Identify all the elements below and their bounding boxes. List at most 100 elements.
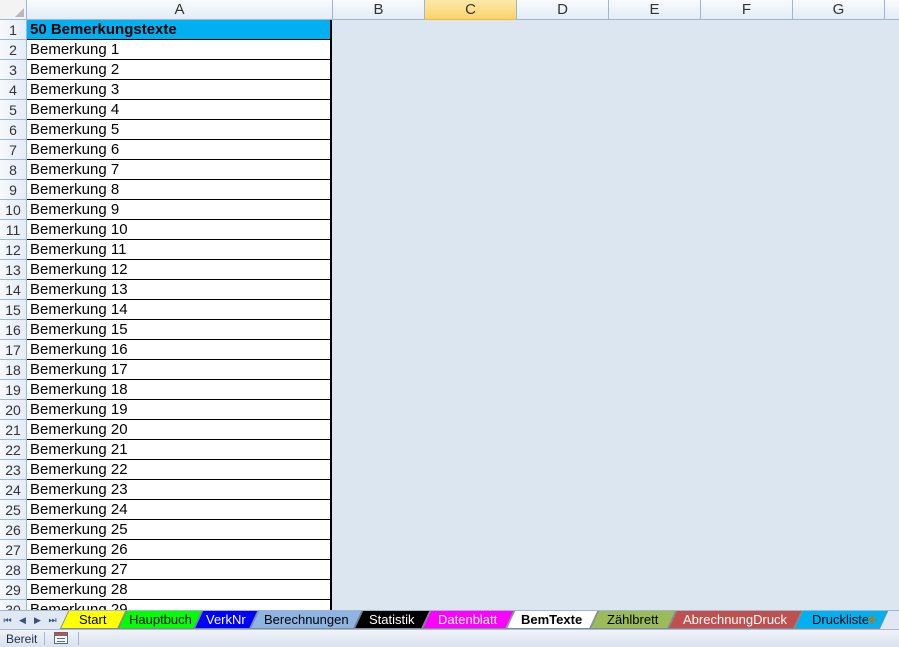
cell-a[interactable]: Bemerkung 22: [27, 460, 332, 480]
row-header[interactable]: 4: [0, 80, 27, 100]
cell-a[interactable]: Bemerkung 11: [27, 240, 332, 260]
sheet-tab-label: BemTexte: [521, 612, 583, 627]
cell-a[interactable]: Bemerkung 20: [27, 420, 332, 440]
row-header[interactable]: 28: [0, 560, 27, 580]
row-header[interactable]: 25: [0, 500, 27, 520]
cell-a[interactable]: Bemerkung 18: [27, 380, 332, 400]
sheet-tab-label: Datenblatt: [438, 612, 498, 627]
row-header[interactable]: 22: [0, 440, 27, 460]
sheet-tab-bar: ⏮ ◀ ▶ ⏭ Start Hauptbuch VerkNr Berechnungen…: [0, 610, 899, 629]
cell-a[interactable]: Bemerkung 8: [27, 180, 332, 200]
status-separator: [78, 632, 79, 645]
row-header[interactable]: 2: [0, 40, 27, 60]
cell-a[interactable]: Bemerkung 3: [27, 80, 332, 100]
sheet-tab-label: AbrechnungDruck: [682, 612, 788, 627]
cell-a[interactable]: Bemerkung 27: [27, 560, 332, 580]
row-header[interactable]: 19: [0, 380, 27, 400]
cell-a-header[interactable]: 50 Bemerkungstexte: [27, 20, 332, 40]
sheet-tab-label: Start: [79, 612, 107, 627]
cell-a[interactable]: Bemerkung 13: [27, 280, 332, 300]
cell-a[interactable]: Bemerkung 24: [27, 500, 332, 520]
cell-a[interactable]: Bemerkung 6: [27, 140, 332, 160]
spreadsheet-grid[interactable]: A B C D E F G 1 50 Bemerkungstexte 2 Bemerk…: [0, 0, 899, 610]
cell-a[interactable]: Bemerkung 1: [27, 40, 332, 60]
prev-sheet-icon[interactable]: ◀: [16, 615, 29, 626]
sheet-tab-berechnungen[interactable]: Berechnungen: [249, 611, 363, 629]
sheet-tab-label: Druckliste: [812, 612, 870, 627]
sheet-tab-datenblatt[interactable]: Datenblatt: [421, 611, 515, 629]
sheet-tab-start[interactable]: Start: [59, 611, 127, 629]
row-header[interactable]: 17: [0, 340, 27, 360]
column-header-e[interactable]: E: [609, 0, 701, 20]
row-header[interactable]: 27: [0, 540, 27, 560]
row-header[interactable]: 29: [0, 580, 27, 600]
row-header[interactable]: 23: [0, 460, 27, 480]
cell-a[interactable]: Bemerkung 28: [27, 580, 332, 600]
status-bar: Bereit: [0, 629, 899, 647]
first-sheet-icon[interactable]: ⏮: [1, 615, 14, 626]
cell-a[interactable]: Bemerkung 2: [27, 60, 332, 80]
row-header[interactable]: 1: [0, 20, 27, 40]
cell-a[interactable]: Bemerkung 16: [27, 340, 332, 360]
cell-a[interactable]: Bemerkung 23: [27, 480, 332, 500]
cell-a[interactable]: Bemerkung 10: [27, 220, 332, 240]
last-sheet-icon[interactable]: ⏭: [46, 615, 59, 626]
sheet-navigation: ⏮ ◀ ▶ ⏭: [0, 611, 60, 629]
sheet-tab-bemtexte[interactable]: BemTexte: [505, 611, 599, 629]
sheet-tab-label: VerkNr: [206, 612, 246, 627]
cell-a[interactable]: Bemerkung 19: [27, 400, 332, 420]
cell-a[interactable]: Bemerkung 7: [27, 160, 332, 180]
cell-a[interactable]: Bemerkung 4: [27, 100, 332, 120]
row-header[interactable]: 11: [0, 220, 27, 240]
column-header-f[interactable]: F: [701, 0, 793, 20]
row-header[interactable]: 9: [0, 180, 27, 200]
row-header[interactable]: 20: [0, 400, 27, 420]
row-header[interactable]: 6: [0, 120, 27, 140]
column-header-a[interactable]: A: [27, 0, 333, 20]
row-header[interactable]: 26: [0, 520, 27, 540]
row-header[interactable]: 16: [0, 320, 27, 340]
macro-record-icon[interactable]: [54, 632, 68, 644]
sheet-tab-verknr[interactable]: VerkNr: [193, 611, 259, 629]
cell-a[interactable]: Bemerkung 21: [27, 440, 332, 460]
column-header-d[interactable]: D: [517, 0, 609, 20]
column-header-c[interactable]: C: [425, 0, 517, 20]
status-text: Bereit: [6, 632, 38, 646]
cell-a[interactable]: Bemerkung 5: [27, 120, 332, 140]
cell-a[interactable]: Bemerkung 14: [27, 300, 332, 320]
cell-a[interactable]: Bemerkung 15: [27, 320, 332, 340]
cell-a[interactable]: Bemerkung 12: [27, 260, 332, 280]
column-header-g[interactable]: G: [793, 0, 885, 20]
row-header[interactable]: 5: [0, 100, 27, 120]
row-header[interactable]: 15: [0, 300, 27, 320]
row-header[interactable]: 14: [0, 280, 27, 300]
row-header[interactable]: 3: [0, 60, 27, 80]
column-header-b[interactable]: B: [333, 0, 425, 20]
row-header[interactable]: 18: [0, 360, 27, 380]
row-header[interactable]: 7: [0, 140, 27, 160]
row-header[interactable]: 12: [0, 240, 27, 260]
status-separator: [44, 632, 45, 645]
row-header[interactable]: 21: [0, 420, 27, 440]
column-header-h[interactable]: [885, 0, 899, 20]
insert-sheet-icon[interactable]: ✚: [862, 612, 882, 628]
select-all-corner[interactable]: [0, 0, 27, 20]
sheet-tab-abrechnungdruck[interactable]: AbrechnungDruck: [667, 611, 803, 629]
row-header[interactable]: 8: [0, 160, 27, 180]
sheet-tab-label: Zählbrett: [607, 612, 659, 627]
cell-a[interactable]: Bemerkung 25: [27, 520, 332, 540]
cell-a[interactable]: Bemerkung 26: [27, 540, 332, 560]
sheet-tab-statistik[interactable]: Statistik: [353, 611, 431, 629]
row-header[interactable]: 24: [0, 480, 27, 500]
cell-a[interactable]: Bemerkung 17: [27, 360, 332, 380]
row-header[interactable]: 10: [0, 200, 27, 220]
sheet-tab-zählbrett[interactable]: Zählbrett: [589, 611, 677, 629]
row-header[interactable]: 30: [0, 600, 27, 610]
cell-a[interactable]: Bemerkung 9: [27, 200, 332, 220]
row-header[interactable]: 13: [0, 260, 27, 280]
sheet-tab-label: Berechnungen: [263, 612, 349, 627]
sheet-tab-label: Hauptbuch: [128, 612, 192, 627]
sheet-tab-hauptbuch[interactable]: Hauptbuch: [117, 611, 203, 629]
next-sheet-icon[interactable]: ▶: [31, 615, 44, 626]
cell-a[interactable]: Bemerkung 29: [27, 600, 332, 610]
